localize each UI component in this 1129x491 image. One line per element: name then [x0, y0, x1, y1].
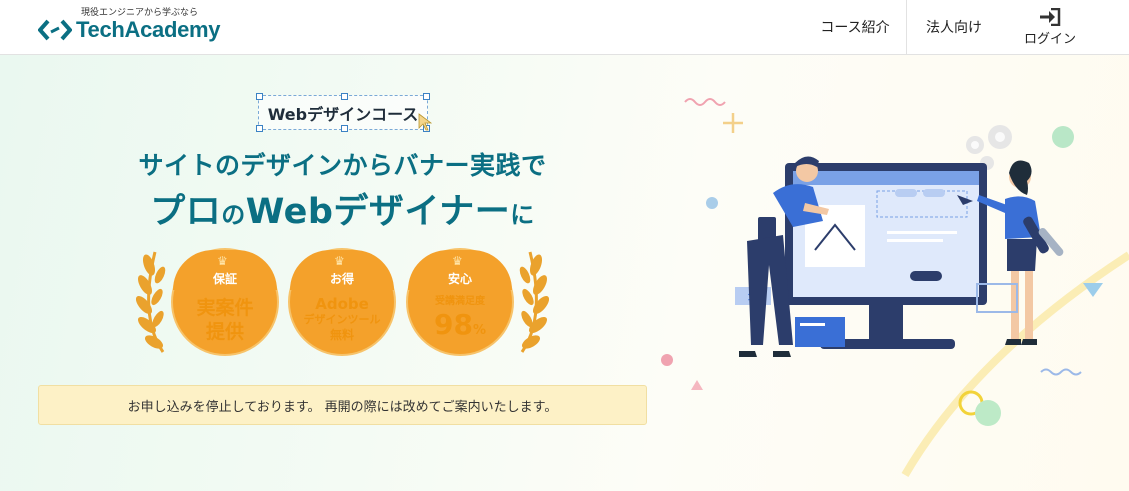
- decor-triangle: [1083, 283, 1103, 297]
- hero-section: Webデザインコース サイトのデザインからバナー実践で プロのWebデザイナーに: [0, 55, 1129, 491]
- course-tag-label: Webデザインコース: [267, 104, 419, 124]
- decor-dot: [706, 197, 718, 209]
- badge-satisfaction: ♛ 安心 受講満足度 98%: [406, 248, 514, 356]
- logo-text: TechAcademy: [76, 17, 221, 42]
- badge-guarantee: ♛ 保証 実案件 提供: [171, 248, 279, 356]
- nav-courses-link[interactable]: コース紹介: [806, 0, 904, 54]
- badge-line: デザインツール: [303, 313, 381, 326]
- badge-line: 受講満足度: [435, 296, 485, 307]
- crown-icon: ♛: [452, 254, 463, 268]
- crown-icon: ♛: [334, 254, 345, 268]
- decor-wave: [1040, 368, 1082, 376]
- decor-dot: [1052, 126, 1074, 148]
- headline-part: に: [510, 201, 535, 229]
- badge-header: ♛ 安心: [408, 250, 512, 290]
- badge-label: お得: [329, 272, 354, 286]
- badge-value-wrap: 98%: [408, 308, 512, 341]
- selection-handle: [341, 125, 348, 132]
- badge-header: ♛ お得: [290, 250, 394, 290]
- login-label: ログイン: [1023, 31, 1076, 47]
- selection-handle: [256, 93, 263, 100]
- headline-primary: サイトのデザインからバナー実践で: [138, 151, 547, 180]
- badge-label: 安心: [447, 272, 472, 286]
- badge-header: ♛ 保証: [173, 250, 277, 290]
- laurel-left-icon: [135, 251, 166, 353]
- headline-secondary: プロのWebデザイナーに: [0, 183, 685, 234]
- badge-value: 98: [434, 308, 473, 341]
- badge-line: 無料: [329, 328, 354, 342]
- decor-dot: [661, 354, 673, 366]
- decor-dot: [975, 400, 1001, 426]
- cursor-icon: [418, 113, 432, 131]
- headline-part: の: [221, 201, 246, 229]
- badge-line: 提供: [205, 321, 244, 343]
- course-tag: Webデザインコース: [256, 93, 430, 132]
- notice-banner: お申し込みを停止しております。 再開の際には改めてご案内いたします。: [38, 385, 647, 425]
- code-brackets-icon: [38, 19, 72, 41]
- selection-handle: [423, 93, 430, 100]
- badge-line: 実案件: [196, 297, 254, 319]
- decor-plus: [723, 113, 743, 133]
- selection-handle: [341, 93, 348, 100]
- crown-icon: ♛: [217, 254, 228, 268]
- selection-handle: [256, 125, 263, 132]
- login-arrow-icon: [1040, 7, 1061, 26]
- badge-deal: ♛ お得 Adobe デザインツール 無料: [288, 248, 396, 356]
- nav-corporate-link[interactable]: 法人向け: [906, 0, 1001, 54]
- laptop: [795, 317, 845, 347]
- headline-part: Webデザイナー: [245, 192, 511, 232]
- decor-wave: [684, 98, 726, 106]
- decor-triangle: [691, 380, 703, 390]
- laurel-right-icon: [519, 251, 550, 353]
- badge-line: Adobe: [315, 295, 369, 313]
- login-button[interactable]: ログイン: [1012, 0, 1088, 54]
- headline-part: プロ: [150, 192, 222, 232]
- badge-unit: %: [472, 323, 486, 338]
- site-header: 現役エンジニアから学ぶなら TechAcademy コース紹介 法人向け ログイ…: [0, 0, 1129, 55]
- badge-label: 保証: [212, 272, 237, 286]
- hero-illustration: >: [661, 98, 1129, 478]
